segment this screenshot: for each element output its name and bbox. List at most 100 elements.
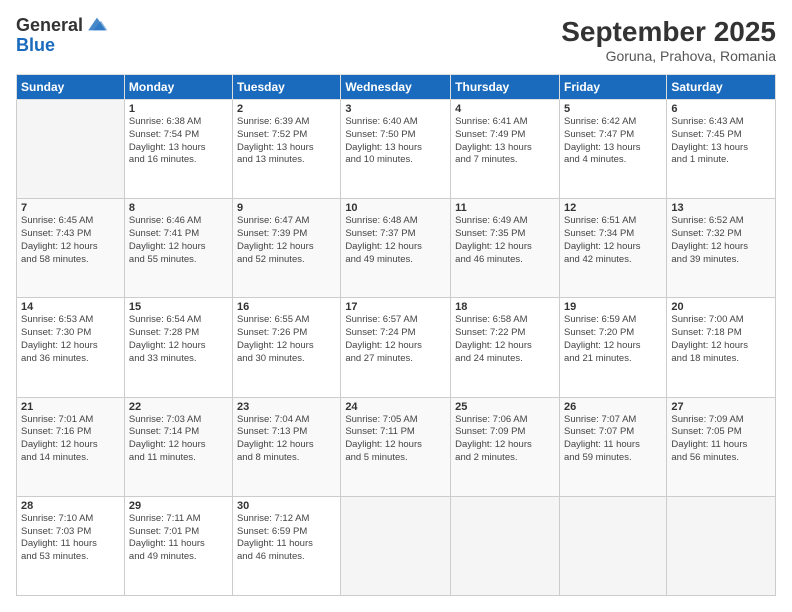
day-number: 24 bbox=[345, 401, 446, 413]
day-info: Sunrise: 7:04 AM Sunset: 7:13 PM Dayligh… bbox=[237, 414, 336, 465]
day-header: Friday bbox=[559, 75, 666, 100]
day-info: Sunrise: 7:10 AM Sunset: 7:03 PM Dayligh… bbox=[21, 513, 120, 564]
calendar-cell: 10Sunrise: 6:48 AM Sunset: 7:37 PM Dayli… bbox=[341, 199, 451, 298]
calendar-cell: 20Sunrise: 7:00 AM Sunset: 7:18 PM Dayli… bbox=[667, 298, 776, 397]
day-info: Sunrise: 6:43 AM Sunset: 7:45 PM Dayligh… bbox=[671, 116, 771, 167]
day-info: Sunrise: 6:41 AM Sunset: 7:49 PM Dayligh… bbox=[455, 116, 555, 167]
day-header: Sunday bbox=[17, 75, 125, 100]
day-info: Sunrise: 6:42 AM Sunset: 7:47 PM Dayligh… bbox=[564, 116, 662, 167]
day-number: 16 bbox=[237, 301, 336, 313]
day-info: Sunrise: 7:03 AM Sunset: 7:14 PM Dayligh… bbox=[129, 414, 228, 465]
calendar-cell: 4Sunrise: 6:41 AM Sunset: 7:49 PM Daylig… bbox=[451, 100, 560, 199]
calendar-week-row: 7Sunrise: 6:45 AM Sunset: 7:43 PM Daylig… bbox=[17, 199, 776, 298]
calendar-cell: 11Sunrise: 6:49 AM Sunset: 7:35 PM Dayli… bbox=[451, 199, 560, 298]
day-info: Sunrise: 6:57 AM Sunset: 7:24 PM Dayligh… bbox=[345, 314, 446, 365]
day-info: Sunrise: 7:00 AM Sunset: 7:18 PM Dayligh… bbox=[671, 314, 771, 365]
day-number: 10 bbox=[345, 202, 446, 214]
day-info: Sunrise: 7:05 AM Sunset: 7:11 PM Dayligh… bbox=[345, 414, 446, 465]
calendar-cell: 6Sunrise: 6:43 AM Sunset: 7:45 PM Daylig… bbox=[667, 100, 776, 199]
day-number: 25 bbox=[455, 401, 555, 413]
calendar-cell bbox=[559, 496, 666, 595]
day-info: Sunrise: 6:52 AM Sunset: 7:32 PM Dayligh… bbox=[671, 215, 771, 266]
day-number: 19 bbox=[564, 301, 662, 313]
day-header: Tuesday bbox=[233, 75, 341, 100]
day-number: 22 bbox=[129, 401, 228, 413]
title-block: September 2025 Goruna, Prahova, Romania bbox=[561, 16, 776, 64]
logo-icon bbox=[85, 12, 109, 36]
calendar-cell: 7Sunrise: 6:45 AM Sunset: 7:43 PM Daylig… bbox=[17, 199, 125, 298]
calendar-cell: 5Sunrise: 6:42 AM Sunset: 7:47 PM Daylig… bbox=[559, 100, 666, 199]
calendar-cell: 22Sunrise: 7:03 AM Sunset: 7:14 PM Dayli… bbox=[124, 397, 232, 496]
calendar-cell: 27Sunrise: 7:09 AM Sunset: 7:05 PM Dayli… bbox=[667, 397, 776, 496]
calendar-cell: 25Sunrise: 7:06 AM Sunset: 7:09 PM Dayli… bbox=[451, 397, 560, 496]
calendar-cell bbox=[17, 100, 125, 199]
day-info: Sunrise: 6:47 AM Sunset: 7:39 PM Dayligh… bbox=[237, 215, 336, 266]
day-number: 4 bbox=[455, 103, 555, 115]
calendar-week-row: 21Sunrise: 7:01 AM Sunset: 7:16 PM Dayli… bbox=[17, 397, 776, 496]
calendar-cell: 2Sunrise: 6:39 AM Sunset: 7:52 PM Daylig… bbox=[233, 100, 341, 199]
day-info: Sunrise: 6:53 AM Sunset: 7:30 PM Dayligh… bbox=[21, 314, 120, 365]
calendar-cell: 3Sunrise: 6:40 AM Sunset: 7:50 PM Daylig… bbox=[341, 100, 451, 199]
day-number: 17 bbox=[345, 301, 446, 313]
day-info: Sunrise: 6:55 AM Sunset: 7:26 PM Dayligh… bbox=[237, 314, 336, 365]
day-info: Sunrise: 7:01 AM Sunset: 7:16 PM Dayligh… bbox=[21, 414, 120, 465]
day-number: 3 bbox=[345, 103, 446, 115]
logo: General Blue bbox=[16, 16, 109, 56]
day-header: Monday bbox=[124, 75, 232, 100]
day-number: 11 bbox=[455, 202, 555, 214]
calendar-cell: 12Sunrise: 6:51 AM Sunset: 7:34 PM Dayli… bbox=[559, 199, 666, 298]
day-number: 5 bbox=[564, 103, 662, 115]
day-number: 30 bbox=[237, 500, 336, 512]
day-info: Sunrise: 6:51 AM Sunset: 7:34 PM Dayligh… bbox=[564, 215, 662, 266]
day-header: Wednesday bbox=[341, 75, 451, 100]
day-info: Sunrise: 6:58 AM Sunset: 7:22 PM Dayligh… bbox=[455, 314, 555, 365]
day-info: Sunrise: 7:06 AM Sunset: 7:09 PM Dayligh… bbox=[455, 414, 555, 465]
calendar-cell: 26Sunrise: 7:07 AM Sunset: 7:07 PM Dayli… bbox=[559, 397, 666, 496]
day-number: 7 bbox=[21, 202, 120, 214]
day-info: Sunrise: 6:40 AM Sunset: 7:50 PM Dayligh… bbox=[345, 116, 446, 167]
logo-general: General bbox=[16, 16, 83, 36]
day-number: 27 bbox=[671, 401, 771, 413]
calendar: SundayMondayTuesdayWednesdayThursdayFrid… bbox=[16, 74, 776, 596]
day-info: Sunrise: 7:09 AM Sunset: 7:05 PM Dayligh… bbox=[671, 414, 771, 465]
calendar-cell: 1Sunrise: 6:38 AM Sunset: 7:54 PM Daylig… bbox=[124, 100, 232, 199]
day-number: 20 bbox=[671, 301, 771, 313]
day-info: Sunrise: 6:45 AM Sunset: 7:43 PM Dayligh… bbox=[21, 215, 120, 266]
day-number: 9 bbox=[237, 202, 336, 214]
day-info: Sunrise: 7:11 AM Sunset: 7:01 PM Dayligh… bbox=[129, 513, 228, 564]
day-number: 6 bbox=[671, 103, 771, 115]
day-number: 15 bbox=[129, 301, 228, 313]
day-number: 8 bbox=[129, 202, 228, 214]
day-info: Sunrise: 6:38 AM Sunset: 7:54 PM Dayligh… bbox=[129, 116, 228, 167]
calendar-cell: 14Sunrise: 6:53 AM Sunset: 7:30 PM Dayli… bbox=[17, 298, 125, 397]
day-number: 29 bbox=[129, 500, 228, 512]
day-number: 12 bbox=[564, 202, 662, 214]
day-info: Sunrise: 6:46 AM Sunset: 7:41 PM Dayligh… bbox=[129, 215, 228, 266]
calendar-cell bbox=[341, 496, 451, 595]
calendar-cell bbox=[667, 496, 776, 595]
calendar-cell: 17Sunrise: 6:57 AM Sunset: 7:24 PM Dayli… bbox=[341, 298, 451, 397]
calendar-week-row: 14Sunrise: 6:53 AM Sunset: 7:30 PM Dayli… bbox=[17, 298, 776, 397]
calendar-cell: 19Sunrise: 6:59 AM Sunset: 7:20 PM Dayli… bbox=[559, 298, 666, 397]
calendar-cell: 30Sunrise: 7:12 AM Sunset: 6:59 PM Dayli… bbox=[233, 496, 341, 595]
day-number: 21 bbox=[21, 401, 120, 413]
day-info: Sunrise: 6:54 AM Sunset: 7:28 PM Dayligh… bbox=[129, 314, 228, 365]
calendar-cell: 29Sunrise: 7:11 AM Sunset: 7:01 PM Dayli… bbox=[124, 496, 232, 595]
calendar-week-row: 1Sunrise: 6:38 AM Sunset: 7:54 PM Daylig… bbox=[17, 100, 776, 199]
calendar-cell: 23Sunrise: 7:04 AM Sunset: 7:13 PM Dayli… bbox=[233, 397, 341, 496]
day-number: 23 bbox=[237, 401, 336, 413]
calendar-cell: 15Sunrise: 6:54 AM Sunset: 7:28 PM Dayli… bbox=[124, 298, 232, 397]
logo-blue: Blue bbox=[16, 36, 109, 56]
calendar-cell: 24Sunrise: 7:05 AM Sunset: 7:11 PM Dayli… bbox=[341, 397, 451, 496]
calendar-header-row: SundayMondayTuesdayWednesdayThursdayFrid… bbox=[17, 75, 776, 100]
day-number: 14 bbox=[21, 301, 120, 313]
month-title: September 2025 bbox=[561, 16, 776, 48]
subtitle: Goruna, Prahova, Romania bbox=[561, 48, 776, 64]
header: General Blue September 2025 Goruna, Prah… bbox=[16, 16, 776, 64]
day-number: 28 bbox=[21, 500, 120, 512]
day-info: Sunrise: 7:07 AM Sunset: 7:07 PM Dayligh… bbox=[564, 414, 662, 465]
day-number: 13 bbox=[671, 202, 771, 214]
day-number: 2 bbox=[237, 103, 336, 115]
day-header: Thursday bbox=[451, 75, 560, 100]
day-number: 18 bbox=[455, 301, 555, 313]
